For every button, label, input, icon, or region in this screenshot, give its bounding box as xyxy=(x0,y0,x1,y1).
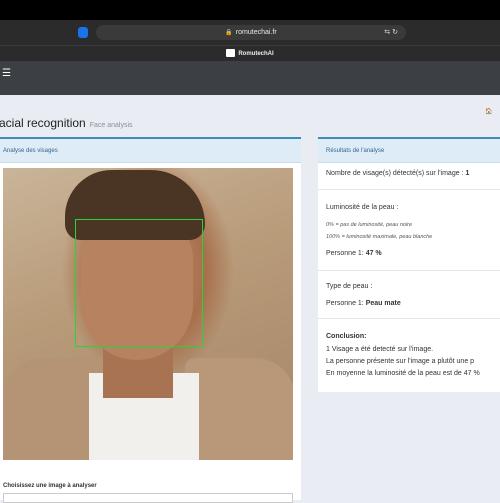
divider xyxy=(318,189,500,190)
translate-icon[interactable]: ⇆ xyxy=(384,29,390,36)
face-detection-box xyxy=(75,219,203,347)
skin-type-value: Peau mate xyxy=(365,300,401,307)
address-bar[interactable]: 🔒 romutechai.fr xyxy=(96,25,406,40)
breadcrumb[interactable]: 🏠 xyxy=(485,108,492,115)
conclusion-title: Conclusion: xyxy=(326,333,367,340)
lock-icon: 🔒 xyxy=(225,30,233,36)
luminosity-title: Luminosité de la peau : xyxy=(326,204,399,211)
choose-image-label: Choisissez une image à analyser xyxy=(3,483,97,489)
browser-tab-bar: RomutechAI xyxy=(0,45,500,61)
app-navbar xyxy=(0,61,500,95)
page-subtitle: Face analysis xyxy=(89,122,133,129)
conclusion-line: En moyenne la luminosité de la peau est … xyxy=(326,370,480,377)
url-action-icons: ⇆ ↻ xyxy=(384,25,398,40)
divider xyxy=(318,318,500,319)
faces-count-row: Nombre de visage(s) détecté(s) sur l'ima… xyxy=(326,170,470,177)
screen-top-bar xyxy=(0,0,500,20)
luminosity-value: 47 % xyxy=(365,250,382,257)
skin-type-title: Type de peau : xyxy=(326,283,373,290)
analyzed-face-image xyxy=(3,168,293,460)
tab-title: RomutechAI xyxy=(238,51,274,57)
browser-tab[interactable]: RomutechAI xyxy=(0,46,500,62)
home-icon[interactable]: 🏠 xyxy=(485,109,492,115)
site-favicon-icon xyxy=(226,49,236,58)
conclusion-line: 1 Visage a été detecté sur l'image. xyxy=(326,346,434,353)
reload-icon[interactable]: ↻ xyxy=(392,29,398,36)
url-text: romutechai.fr xyxy=(235,29,277,36)
skin-type-person-row: Personne 1: Peau mate xyxy=(326,300,401,307)
conclusion-line: La personne présente sur l'image a plutô… xyxy=(326,358,475,365)
photo-border xyxy=(293,168,301,460)
luminosity-person-row: Personne 1: 47 % xyxy=(326,250,382,257)
face-analysis-panel-header: Analyse des visages xyxy=(0,139,301,163)
file-input[interactable] xyxy=(3,493,293,503)
faces-count-value: 1 xyxy=(465,170,470,177)
photo-jacket-right xyxy=(185,358,293,460)
hamburger-menu-icon[interactable]: ☰ xyxy=(2,68,11,79)
results-panel-header: Résultats de l'analyse xyxy=(318,139,500,163)
luminosity-scale-min: 0% = pas de luminosité, peau noire xyxy=(326,222,413,228)
luminosity-scale-max: 100% = luminosité maximale, peau blanche xyxy=(326,234,433,240)
shield-icon[interactable] xyxy=(78,27,88,38)
divider xyxy=(318,270,500,271)
page-title: acial recognition Face analysis xyxy=(0,116,133,130)
